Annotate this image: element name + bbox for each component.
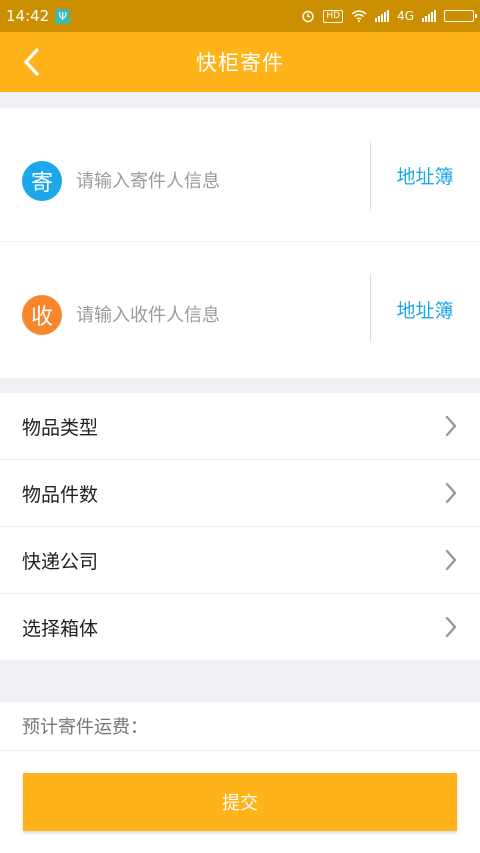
estimated-fee-label: 预计寄件运费：: [22, 717, 148, 738]
signal-icon: [375, 10, 390, 22]
nav-bar: 快柜寄件: [0, 32, 480, 92]
contacts-card: 寄 请输入寄件人信息 地址簿 收 请输入收件人信息 地址簿: [0, 108, 480, 378]
network-type: 4G: [397, 9, 414, 23]
receiver-badge: 收: [22, 295, 62, 335]
status-bar: 14:42 Ψ HD 4G: [0, 0, 480, 32]
chevron-right-icon: [445, 549, 457, 571]
chevron-left-icon: [24, 48, 39, 76]
divider: [370, 274, 371, 342]
back-button[interactable]: [16, 46, 46, 78]
receiver-address-book-link[interactable]: 地址簿: [372, 289, 478, 329]
status-time: 14:42: [6, 7, 50, 25]
page-title: 快柜寄件: [196, 51, 284, 75]
receiver-row: 收 请输入收件人信息 地址簿: [0, 242, 480, 376]
divider: [370, 142, 371, 210]
hd-icon: HD: [323, 9, 344, 23]
chevron-right-icon: [445, 415, 457, 437]
chevron-right-icon: [445, 616, 457, 638]
menu-item-label: 物品类型: [22, 416, 99, 439]
signal-icon: [422, 10, 436, 22]
sender-input[interactable]: 请输入寄件人信息: [76, 160, 356, 200]
battery-charging-icon: [444, 10, 477, 22]
options-list: 物品类型 物品件数 快递公司 选择箱体: [0, 393, 480, 660]
sender-address-book-link[interactable]: 地址簿: [372, 155, 478, 195]
menu-item-label: 物品件数: [22, 483, 99, 506]
submit-button[interactable]: 提交: [23, 773, 457, 831]
menu-item-goods-type[interactable]: 物品类型: [0, 393, 480, 460]
status-icons: HD 4G: [301, 9, 477, 23]
usb-icon: Ψ: [55, 8, 71, 24]
menu-item-label: 选择箱体: [22, 617, 99, 640]
alarm-icon: [302, 10, 315, 23]
chevron-right-icon: [445, 482, 457, 504]
menu-item-goods-count[interactable]: 物品件数: [0, 460, 480, 527]
bottom-bar: 提交: [0, 751, 480, 853]
menu-item-select-box[interactable]: 选择箱体: [0, 594, 480, 660]
wifi-icon: [351, 10, 367, 22]
menu-item-label: 快递公司: [22, 550, 99, 573]
estimated-fee-row: 预计寄件运费：: [0, 702, 480, 751]
sender-row: 寄 请输入寄件人信息 地址簿: [0, 108, 480, 242]
menu-item-courier-company[interactable]: 快递公司: [0, 527, 480, 594]
receiver-input[interactable]: 请输入收件人信息: [76, 294, 356, 334]
sender-badge: 寄: [22, 161, 62, 201]
